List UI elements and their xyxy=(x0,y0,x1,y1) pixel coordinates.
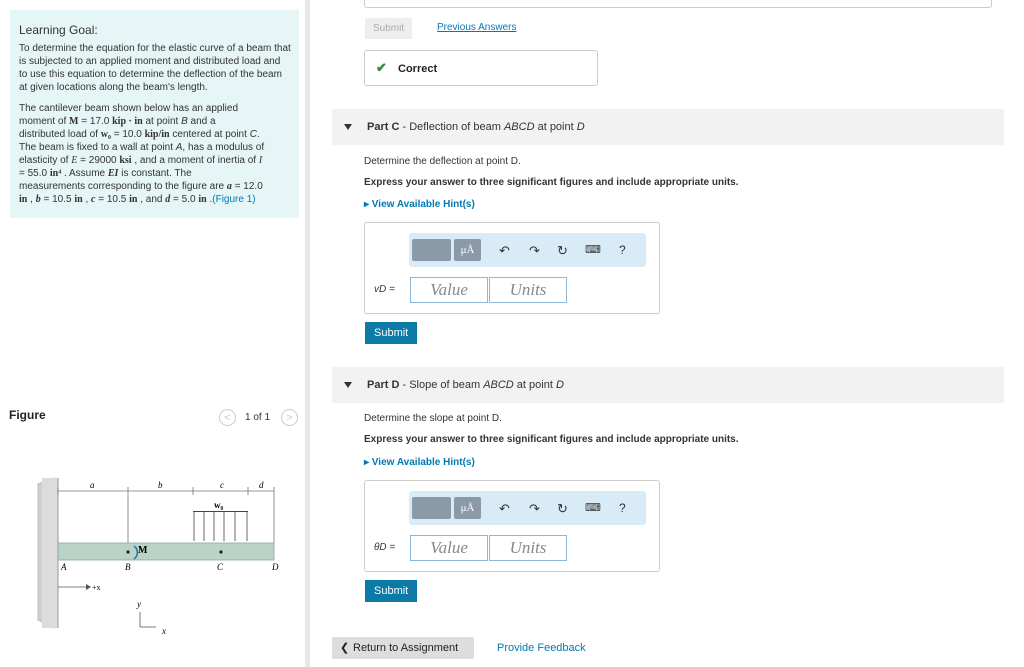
redo-icon[interactable]: ↷ xyxy=(529,501,540,517)
reset-icon[interactable]: ↻ xyxy=(557,501,568,517)
figure-prev-button[interactable]: < xyxy=(219,409,236,426)
point-c-dot xyxy=(219,550,223,554)
part-d-title: Part D - Slope of beam ABCD at point D xyxy=(367,379,564,391)
help-icon[interactable]: ? xyxy=(619,243,626,257)
part-c-title: Part C - Deflection of beam ABCD at poin… xyxy=(367,121,585,133)
provide-feedback-link[interactable]: Provide Feedback xyxy=(497,642,586,654)
learning-goal-panel: Learning Goal: To determine the equation… xyxy=(10,10,299,218)
collapse-triangle-icon xyxy=(344,382,352,388)
undo-icon[interactable]: ↶ xyxy=(499,501,510,517)
load-arrows xyxy=(193,512,248,541)
previous-answer-box xyxy=(364,0,992,8)
beam xyxy=(57,542,275,561)
point-b-label: B xyxy=(125,562,131,572)
vd-label: vD = xyxy=(374,284,395,295)
part-d-header[interactable]: Part D - Slope of beam ABCD at point D xyxy=(332,367,1004,403)
theta-d-label: θD = xyxy=(374,542,396,553)
dim-a-label: a xyxy=(90,480,95,490)
return-label: Return to Assignment xyxy=(353,642,459,654)
keyboard-icon[interactable]: ⌨ xyxy=(585,501,601,514)
point-c-label: C xyxy=(217,562,224,572)
correct-label: Correct xyxy=(398,63,438,75)
point-b-dot xyxy=(126,550,130,554)
part-c-answer-box: μÅ ↶ ↷ ↻ ⌨ ? vD = Value Units xyxy=(364,222,660,314)
templates-button[interactable] xyxy=(412,239,451,261)
wall-face xyxy=(42,478,58,628)
return-to-assignment-button[interactable]: ❮ Return to Assignment xyxy=(332,637,474,659)
part-d-instruction: Express your answer to three significant… xyxy=(364,434,739,445)
undo-icon[interactable]: ↶ xyxy=(499,243,510,259)
figure-heading: Figure xyxy=(9,408,46,422)
check-icon: ✔ xyxy=(376,60,387,75)
panel-divider xyxy=(305,0,310,667)
figure-link[interactable]: (Figure 1) xyxy=(212,194,255,205)
point-a-label: A xyxy=(60,562,67,572)
redo-icon[interactable]: ↷ xyxy=(529,243,540,259)
moment-label: M xyxy=(138,545,148,556)
axis-x-label: x xyxy=(161,626,166,636)
correct-feedback: ✔ Correct xyxy=(364,50,598,86)
chevron-left-icon: ❮ xyxy=(340,642,350,654)
beam-figure: a b c d w₀ M A B C D +x y x xyxy=(37,477,279,636)
chevron-right-icon: > xyxy=(286,412,293,424)
math-toolbar: μÅ ↶ ↷ ↻ ⌨ ? xyxy=(409,233,646,267)
part-c-prompt: Determine the deflection at point D. xyxy=(364,156,521,167)
units-button[interactable]: μÅ xyxy=(454,239,481,261)
templates-button[interactable] xyxy=(412,497,451,519)
units-button[interactable]: μÅ xyxy=(454,497,481,519)
units-input[interactable]: Units xyxy=(489,277,567,303)
figure-pager: 1 of 1 xyxy=(245,412,271,423)
part-c-header[interactable]: Part C - Deflection of beam ABCD at poin… xyxy=(332,109,1004,145)
part-d-answer-box: μÅ ↶ ↷ ↻ ⌨ ? θD = Value Units xyxy=(364,480,660,572)
plus-x-label: +x xyxy=(92,583,101,592)
axis-y-label: y xyxy=(136,599,141,609)
part-c-hints-link[interactable]: ▸ View Available Hint(s) xyxy=(364,199,475,210)
part-d-prompt: Determine the slope at point D. xyxy=(364,413,502,424)
submit-button-disabled[interactable]: Submit xyxy=(365,18,413,39)
part-c-submit-button[interactable]: Submit xyxy=(365,322,418,344)
w0-label: w₀ xyxy=(214,500,223,510)
part-c-instruction: Express your answer to three significant… xyxy=(364,177,739,188)
value-input[interactable]: Value xyxy=(410,277,488,303)
value-input[interactable]: Value xyxy=(410,535,488,561)
dim-b-label: b xyxy=(158,480,163,490)
previous-answers-link[interactable]: Previous Answers xyxy=(437,22,516,33)
dim-d-label: d xyxy=(259,480,264,490)
chevron-left-icon: < xyxy=(224,412,231,424)
load-top-line xyxy=(193,511,248,512)
learning-goal-intro: To determine the equation for the elasti… xyxy=(19,43,291,93)
part-d-submit-button[interactable]: Submit xyxy=(365,580,418,602)
keyboard-icon[interactable]: ⌨ xyxy=(585,243,601,256)
reset-icon[interactable]: ↻ xyxy=(557,243,568,259)
part-d-hints-link[interactable]: ▸ View Available Hint(s) xyxy=(364,457,475,468)
figure-next-button[interactable]: > xyxy=(281,409,298,426)
problem-statement: The cantilever beam shown below has an a… xyxy=(19,103,265,205)
dim-c-label: c xyxy=(220,480,224,490)
math-toolbar: μÅ ↶ ↷ ↻ ⌨ ? xyxy=(409,491,646,525)
help-icon[interactable]: ? xyxy=(619,501,626,515)
learning-goal-heading: Learning Goal: xyxy=(19,23,98,37)
collapse-triangle-icon xyxy=(344,124,352,130)
point-d-label: D xyxy=(271,562,279,572)
units-input[interactable]: Units xyxy=(489,535,567,561)
